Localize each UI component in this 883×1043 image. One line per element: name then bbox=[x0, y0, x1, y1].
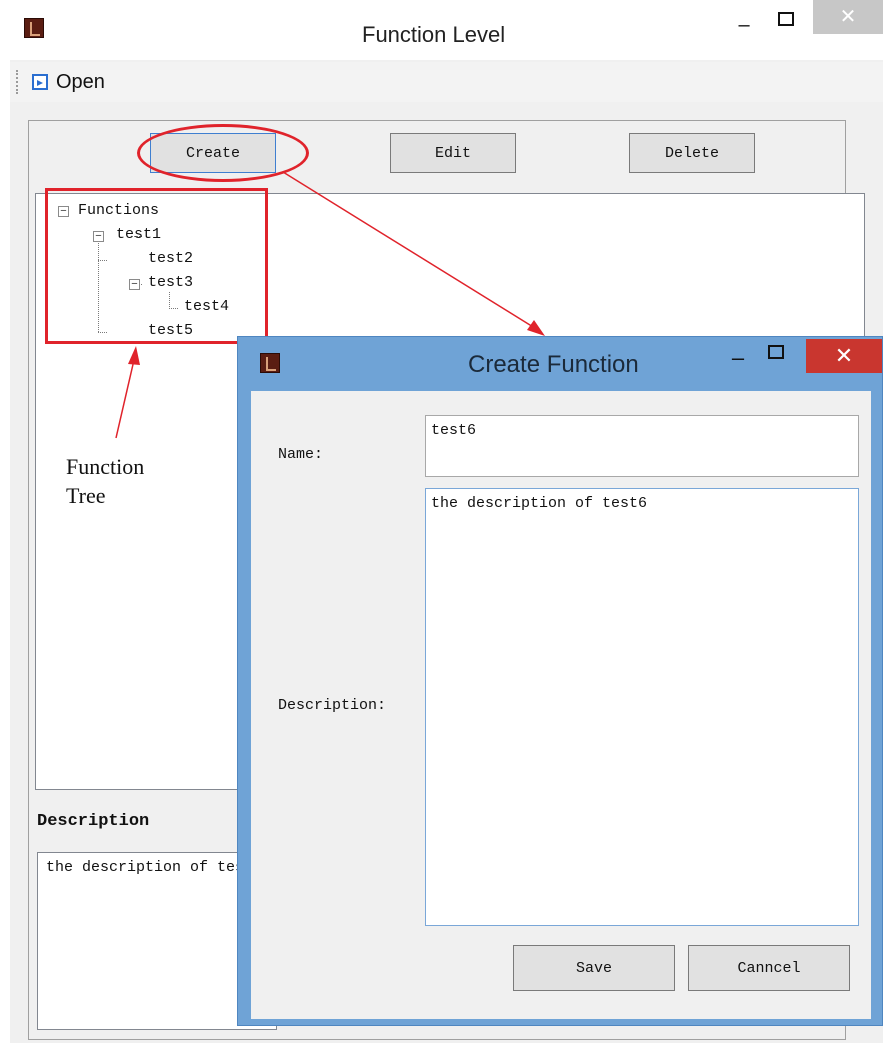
maximize-icon[interactable] bbox=[768, 345, 784, 359]
cancel-button[interactable]: Canncel bbox=[688, 945, 850, 991]
annotation-label-line1: Function bbox=[66, 454, 145, 479]
description-label: Description: bbox=[278, 697, 387, 714]
arrowhead-icon bbox=[527, 320, 545, 336]
annotation-label: Function Tree bbox=[66, 452, 144, 510]
dialog-app-icon bbox=[260, 353, 280, 373]
dialog-title: Create Function bbox=[468, 351, 639, 378]
minimize-icon[interactable]: – bbox=[726, 345, 750, 375]
save-button[interactable]: Save bbox=[513, 945, 675, 991]
description-input[interactable]: the description of test6 bbox=[425, 488, 859, 926]
name-label: Name: bbox=[278, 446, 324, 463]
dialog-close-button[interactable]: ✕ bbox=[806, 339, 882, 373]
arrowhead-icon bbox=[128, 346, 140, 365]
create-function-dialog: Create Function – ✕ Name: test6 Descript… bbox=[237, 336, 883, 1026]
dialog-body: Name: test6 Description: the description… bbox=[251, 391, 871, 1019]
annotation-arrow-dialog bbox=[282, 171, 539, 331]
name-input[interactable]: test6 bbox=[425, 415, 859, 477]
annotation-arrow-tree bbox=[115, 359, 135, 439]
annotation-label-line2: Tree bbox=[66, 483, 106, 508]
